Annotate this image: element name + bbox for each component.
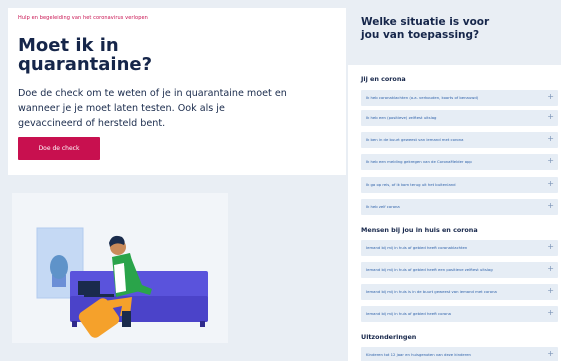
plus-icon: + xyxy=(547,92,554,101)
accordion-item[interactable]: Iemand bij mij in huis is in de buurt ge… xyxy=(361,284,558,300)
section-heading: Jij en corona xyxy=(361,75,406,83)
situation-header: Welke situatie is voor jou van toepassin… xyxy=(348,8,561,63)
accordion-label: Iemand bij mij in huis of gebied heeft c… xyxy=(366,311,451,316)
plus-icon: + xyxy=(547,349,554,358)
accordion-label: Ik ben in de buurt geweest van iemand me… xyxy=(366,137,464,142)
laptop xyxy=(78,281,100,295)
accordion-label: Iemand bij mij in huis is in de buurt ge… xyxy=(366,289,497,294)
plus-icon: + xyxy=(547,134,554,143)
start-check-button[interactable]: Doe de check xyxy=(18,137,100,160)
plant-leaves xyxy=(50,255,68,279)
situation-panel: Jij en corona Ik heb coronaklachten (o.a… xyxy=(348,65,561,361)
plus-icon: + xyxy=(547,286,554,295)
accordion-item[interactable]: Ik ben in de buurt geweest van iemand me… xyxy=(361,132,558,148)
illustration-svg xyxy=(36,227,208,338)
page-title: Moet ik in quarantaine? xyxy=(18,35,153,75)
accordion-item[interactable]: Ik heb een (positieve) zelftest uitslag … xyxy=(361,110,558,126)
accordion-item[interactable]: Ik ga op reis, of ik kom terug uit het b… xyxy=(361,177,558,193)
accordion-label: Ik heb coronaklachten (o.a. verkouden, k… xyxy=(366,95,479,100)
accordion-label: Ik heb een (positieve) zelftest uitslag xyxy=(366,115,437,120)
accordion-label: Iemand bij mij in huis of gebied heeft c… xyxy=(366,245,468,250)
plus-icon: + xyxy=(547,308,554,317)
plus-icon: + xyxy=(547,156,554,165)
accordion-item[interactable]: Iemand bij mij in huis of gebied heeft e… xyxy=(361,262,558,278)
plus-icon: + xyxy=(547,201,554,210)
breadcrumb[interactable]: Hulp en begeleiding van het coronavirus … xyxy=(18,15,148,21)
accordion-item[interactable]: Ik heb zelf corona + xyxy=(361,199,558,215)
hero-card: Hulp en begeleiding van het coronavirus … xyxy=(8,8,346,175)
accordion-label: Iemand bij mij in huis of gebied heeft e… xyxy=(366,267,493,272)
situation-title: Welke situatie is voor jou van toepassin… xyxy=(361,16,490,41)
accordion-label: Ik heb een melding gekregen van de Coron… xyxy=(366,159,472,164)
accordion-item[interactable]: Iemand bij mij in huis of gebied heeft c… xyxy=(361,240,558,256)
accordion-item[interactable]: Iemand bij mij in huis of gebied heeft c… xyxy=(361,306,558,322)
plus-icon: + xyxy=(547,264,554,273)
person-shoe xyxy=(122,311,131,327)
accordion-label: Ik ga op reis, of ik kom terug uit het b… xyxy=(366,182,456,187)
section-heading: Mensen bij jou in huis en corona xyxy=(361,226,478,234)
illustration-person-on-sofa xyxy=(12,193,228,343)
plus-icon: + xyxy=(547,112,554,121)
accordion-item[interactable]: Ik heb een melding gekregen van de Coron… xyxy=(361,154,558,170)
accordion-label: Kinderen tot 12 jaar en huisgenoten van … xyxy=(366,352,471,357)
hero-description: Doe de check om te weten of je in quaran… xyxy=(18,88,287,129)
accordion-item[interactable]: Kinderen tot 12 jaar en huisgenoten van … xyxy=(361,347,558,361)
plus-icon: + xyxy=(547,179,554,188)
plus-icon: + xyxy=(547,242,554,251)
accordion-item[interactable]: Ik heb coronaklachten (o.a. verkouden, k… xyxy=(361,90,558,106)
section-heading: Uitzonderingen xyxy=(361,333,417,341)
accordion-label: Ik heb zelf corona xyxy=(366,204,400,209)
